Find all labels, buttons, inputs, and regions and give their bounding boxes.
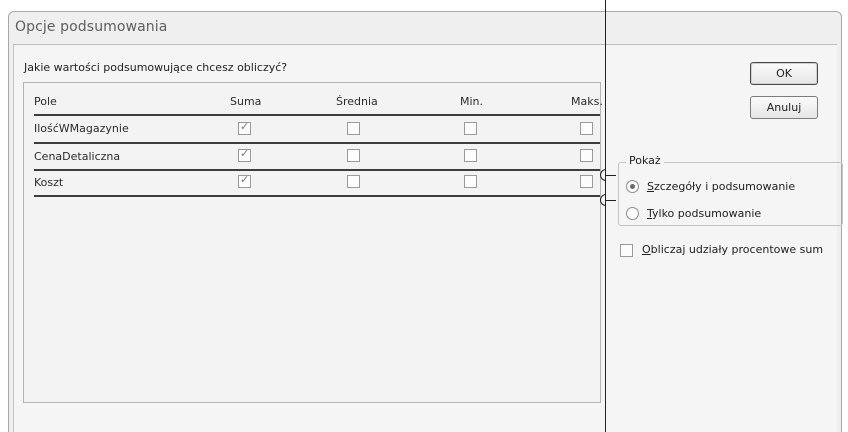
- show-options-legend: Pokaż: [626, 154, 664, 167]
- percent-share-label: Obliczaj udziały procentowe sum: [642, 243, 824, 256]
- column-header-maks: Maks.: [571, 95, 603, 108]
- details-and-summary-label: Szczegóły i podsumowanie: [647, 180, 796, 193]
- radio-dot-icon: [630, 184, 635, 189]
- row-divider: [34, 169, 600, 171]
- callout-bracket: [600, 194, 606, 206]
- percent-share-checkbox[interactable]: [620, 244, 633, 257]
- summary-options-dialog: Opcje podsumowania Jakie wartości podsum…: [8, 11, 843, 432]
- dialog-body: Jakie wartości podsumowujące chcesz obli…: [13, 44, 843, 432]
- column-header-srednia: Średnia: [336, 95, 378, 108]
- table-row: IlośćWMagazynie ✓: [34, 117, 600, 143]
- maks-checkbox[interactable]: [580, 122, 593, 135]
- check-mark-icon: ✓: [240, 147, 250, 160]
- min-checkbox[interactable]: [464, 175, 477, 188]
- callout-line: [606, 175, 616, 176]
- srednia-checkbox[interactable]: [347, 122, 360, 135]
- summary-only-radio[interactable]: [626, 207, 639, 220]
- srednia-checkbox[interactable]: [347, 175, 360, 188]
- details-and-summary-radio[interactable]: [626, 180, 639, 193]
- srednia-checkbox[interactable]: [347, 149, 360, 162]
- row-divider: [34, 142, 600, 144]
- table-header: Pole Suma Średnia Min. Maks.: [34, 83, 603, 113]
- cancel-button[interactable]: Anuluj: [750, 96, 818, 119]
- suma-checkbox[interactable]: ✓: [238, 173, 251, 188]
- suma-checkbox[interactable]: ✓: [238, 120, 251, 135]
- check-mark-icon: ✓: [240, 120, 250, 133]
- field-name: IlośćWMagazynie: [34, 122, 129, 135]
- column-header-pole: Pole: [34, 95, 57, 108]
- summary-question: Jakie wartości podsumowujące chcesz obli…: [24, 61, 288, 74]
- column-header-min: Min.: [460, 95, 484, 108]
- header-divider: [34, 114, 600, 116]
- summary-fields-panel: Pole Suma Średnia Min. Maks. IlośćWMagaz…: [23, 82, 603, 403]
- column-header-suma: Suma: [230, 95, 262, 108]
- row-divider: [34, 195, 600, 197]
- window-title: Opcje podsumowania: [15, 19, 168, 35]
- field-name: Koszt: [34, 176, 64, 189]
- callout-line: [606, 200, 616, 201]
- suma-checkbox[interactable]: ✓: [238, 147, 251, 162]
- ok-button[interactable]: OK: [750, 62, 818, 85]
- summary-only-label: Tylko podsumowanie: [647, 207, 762, 220]
- callout-bracket: [600, 169, 606, 181]
- table-row: CenaDetaliczna ✓: [34, 145, 600, 171]
- min-checkbox[interactable]: [464, 122, 477, 135]
- maks-checkbox[interactable]: [580, 175, 593, 188]
- callout-line: [605, 0, 606, 432]
- check-mark-icon: ✓: [240, 173, 250, 186]
- maks-checkbox[interactable]: [580, 149, 593, 162]
- field-name: CenaDetaliczna: [34, 150, 121, 163]
- min-checkbox[interactable]: [464, 149, 477, 162]
